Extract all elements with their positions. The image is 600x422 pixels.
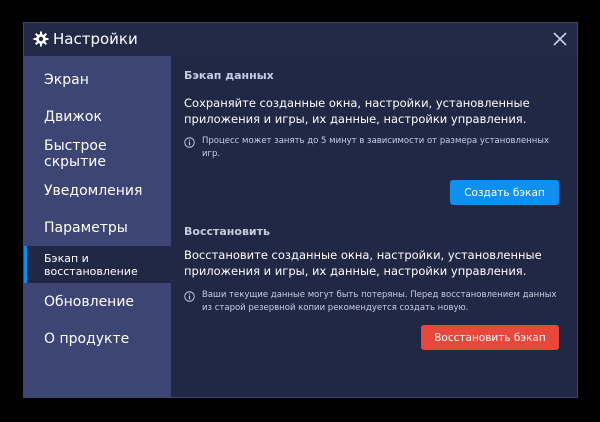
sidebar-item-notifications[interactable]: Уведомления <box>24 172 171 209</box>
backup-section-title: Бэкап данных <box>184 69 274 82</box>
sidebar-item-parameters[interactable]: Параметры <box>24 209 171 246</box>
content-panel: Бэкап данных Сохраняйте созданные окна, … <box>171 56 577 397</box>
backup-description: Сохраняйте созданные окна, настройки, ус… <box>184 96 530 126</box>
sidebar: Экран Движок Быстрое скрытие Уведомления… <box>24 56 171 397</box>
sidebar-item-backup-restore[interactable]: Бэкап и восстановление <box>24 246 171 283</box>
settings-window: Настройки Экран Движок Быстрое скрытие У… <box>23 22 578 398</box>
info-icon <box>184 291 195 302</box>
gear-icon <box>33 31 49 47</box>
restore-note-text: Ваши текущие данные могут быть потеряны.… <box>202 290 557 313</box>
backup-note: Процесс может занять до 5 минут в зависи… <box>184 135 569 161</box>
sidebar-item-update[interactable]: Обновление <box>24 283 171 320</box>
window-title: Настройки <box>53 30 138 48</box>
backup-note-text: Процесс может занять до 5 минут в зависи… <box>202 136 550 159</box>
restore-note: Ваши текущие данные могут быть потеряны.… <box>184 289 569 315</box>
create-backup-button[interactable]: Создать бэкап <box>450 180 559 205</box>
info-icon <box>184 137 195 148</box>
restore-backup-button[interactable]: Восстановить бэкап <box>421 325 559 350</box>
sidebar-item-about[interactable]: О продукте <box>24 320 171 357</box>
sidebar-item-engine[interactable]: Движок <box>24 98 171 135</box>
sidebar-item-screen[interactable]: Экран <box>24 61 171 98</box>
restore-section-title: Восстановить <box>184 225 270 238</box>
close-icon[interactable] <box>552 31 568 47</box>
title-bar: Настройки <box>24 23 577 56</box>
sidebar-item-quick-hide[interactable]: Быстрое скрытие <box>24 135 171 172</box>
restore-description: Восстановите созданные окна, настройки, … <box>184 248 542 278</box>
